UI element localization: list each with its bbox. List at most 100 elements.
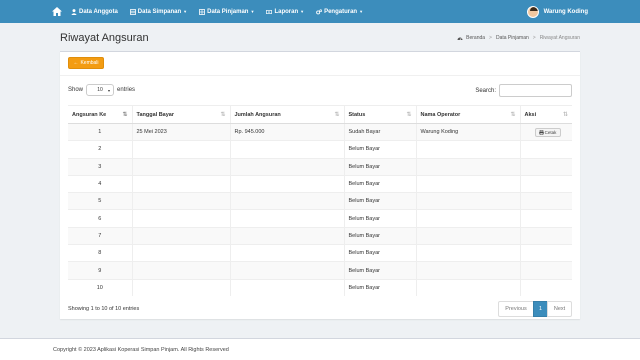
cell-tanggal-bayar (131, 261, 230, 280)
cell-aksi (519, 174, 572, 193)
breadcrumb: Beranda > Data Pinjaman > Riwayat Angsur… (457, 35, 580, 41)
cell-angsuran-ke: 7 (68, 226, 132, 245)
page-header: Riwayat Angsuran Beranda > Data Pinjaman… (60, 30, 580, 46)
column-nama-operator[interactable]: Nama Operator ⇅ (415, 105, 520, 124)
column-angsuran-ke[interactable]: Angsuran Ke ⇅ (68, 105, 132, 124)
table-row: 7 Belum Bayar (68, 226, 572, 245)
show-label: Show (68, 87, 84, 93)
search-label: Search: (475, 87, 496, 94)
breadcrumb-current: Riwayat Angsuran (539, 35, 580, 41)
chevron-down-icon: ▼ (183, 9, 188, 14)
pagination: Previous 1 Next (498, 301, 572, 317)
back-button-label: Kembali (80, 60, 99, 66)
user-name: Warung Koding (543, 8, 588, 15)
angsuran-table: Angsuran Ke ⇅ Tanggal Bayar ⇅ Jumlah Angsu… (68, 105, 572, 297)
cell-angsuran-ke: 2 (68, 140, 132, 159)
table-icon (199, 8, 206, 15)
entries-select[interactable]: 10 ▾ (86, 84, 115, 96)
cell-nama-operator (415, 209, 520, 228)
nav-data-pinjaman[interactable]: Data Pinjaman ▼ (199, 9, 254, 15)
cell-nama-operator (415, 174, 520, 193)
cell-angsuran-ke: 6 (68, 209, 132, 228)
cell-jumlah-angsuran (229, 278, 344, 297)
nav-pengaturan[interactable]: Pengaturan ▼ (316, 9, 363, 15)
home-icon[interactable] (52, 7, 62, 17)
avatar (526, 5, 539, 18)
cell-angsuran-ke: 5 (68, 192, 132, 210)
cell-aksi (519, 209, 572, 228)
nav-data-anggota[interactable]: Data Anggota (71, 9, 118, 15)
cell-nama-operator (415, 244, 520, 262)
chevron-down-icon: ▾ (108, 87, 111, 93)
print-button[interactable]: Cetak (534, 127, 561, 137)
sort-icon: ⇅ (510, 112, 516, 118)
cell-status: Belum Bayar (343, 174, 416, 193)
column-tanggal-bayar[interactable]: Tanggal Bayar ⇅ (131, 105, 230, 124)
cell-nama-operator: Warung Koding (415, 122, 520, 141)
breadcrumb-beranda[interactable]: Beranda (466, 35, 485, 41)
table-row: 5 Belum Bayar (68, 192, 572, 210)
back-button[interactable]: ← Kembali (68, 57, 104, 69)
sort-icon: ⇅ (122, 112, 128, 118)
breadcrumb-data-pinjaman[interactable]: Data Pinjaman (496, 35, 529, 41)
cell-tanggal-bayar (131, 278, 230, 297)
search-input[interactable] (499, 84, 572, 97)
cell-aksi (519, 192, 572, 210)
cell-aksi (519, 140, 572, 159)
riwayat-card: ← Kembali Show 10 ▾ entries Search: Angs… (60, 51, 580, 319)
chevron-down-icon: ▼ (250, 9, 255, 14)
column-jumlah-angsuran[interactable]: Jumlah Angsuran ⇅ (229, 105, 344, 124)
cell-tanggal-bayar: 25 Mei 2023 (131, 122, 230, 141)
nav-data-simpanan-label: Data Simpanan (137, 8, 182, 15)
sort-icon: ⇅ (406, 112, 412, 118)
cell-nama-operator (415, 140, 520, 159)
chevron-down-icon: ▼ (359, 9, 364, 14)
cell-nama-operator (415, 226, 520, 245)
dashboard-icon (457, 35, 463, 41)
table-info: Showing 1 to 10 of 10 entries (68, 306, 140, 312)
sort-icon: ⇅ (334, 112, 340, 118)
table-row: 1 25 Mei 2023 Rp. 945.000 Sudah Bayar Warung… (68, 122, 572, 141)
user-menu[interactable]: Warung Koding (526, 5, 588, 18)
cell-angsuran-ke: 3 (68, 157, 132, 176)
cell-status: Belum Bayar (343, 157, 416, 176)
sort-icon: ⇅ (562, 112, 568, 118)
page-1-button[interactable]: 1 (533, 301, 548, 317)
cell-nama-operator (415, 261, 520, 280)
cell-nama-operator (415, 192, 520, 210)
table-row: 4 Belum Bayar (68, 174, 572, 193)
entries-length-control: Show 10 ▾ entries (68, 84, 135, 96)
previous-page-button[interactable]: Previous (498, 301, 534, 317)
cell-status: Belum Bayar (343, 244, 416, 262)
table-row: 10 Belum Bayar (68, 278, 572, 297)
table-row: 8 Belum Bayar (68, 244, 572, 262)
cell-jumlah-angsuran (229, 157, 344, 176)
nav-data-simpanan[interactable]: Data Simpanan ▼ (129, 8, 188, 15)
next-page-button[interactable]: Next (547, 301, 572, 317)
nav-pengaturan-label: Pengaturan (324, 8, 358, 15)
page-title: Riwayat Angsuran (60, 32, 149, 44)
nav-data-anggota-label: Data Anggota (79, 8, 118, 15)
table-row: 2 Belum Bayar (68, 140, 572, 159)
cell-aksi (519, 157, 572, 176)
cell-tanggal-bayar (131, 157, 230, 176)
table-header-row: Angsuran Ke ⇅ Tanggal Bayar ⇅ Jumlah Angsu… (68, 105, 572, 124)
cell-status: Belum Bayar (343, 226, 416, 245)
table-row: 3 Belum Bayar (68, 157, 572, 176)
print-icon (538, 129, 544, 135)
cell-status: Belum Bayar (343, 278, 416, 297)
footer: Copyright © 2023 Aplikasi Koperasi Simpa… (0, 338, 640, 360)
cell-aksi: Cetak (519, 122, 572, 141)
cell-jumlah-angsuran: Rp. 945.000 (229, 122, 344, 141)
cell-tanggal-bayar (131, 140, 230, 159)
column-aksi[interactable]: Aksi ⇅ (519, 105, 572, 124)
top-navbar: Data Anggota Data Simpanan ▼ Data Pinjam… (0, 0, 640, 23)
table-search: Search: (475, 84, 572, 97)
cell-angsuran-ke: 10 (68, 278, 132, 297)
ledger-icon (129, 8, 136, 15)
cell-angsuran-ke: 9 (68, 261, 132, 280)
column-status[interactable]: Status ⇅ (343, 105, 416, 124)
nav-laporan[interactable]: Laporan ▼ (266, 9, 304, 15)
cell-aksi (519, 278, 572, 297)
cell-tanggal-bayar (131, 174, 230, 193)
